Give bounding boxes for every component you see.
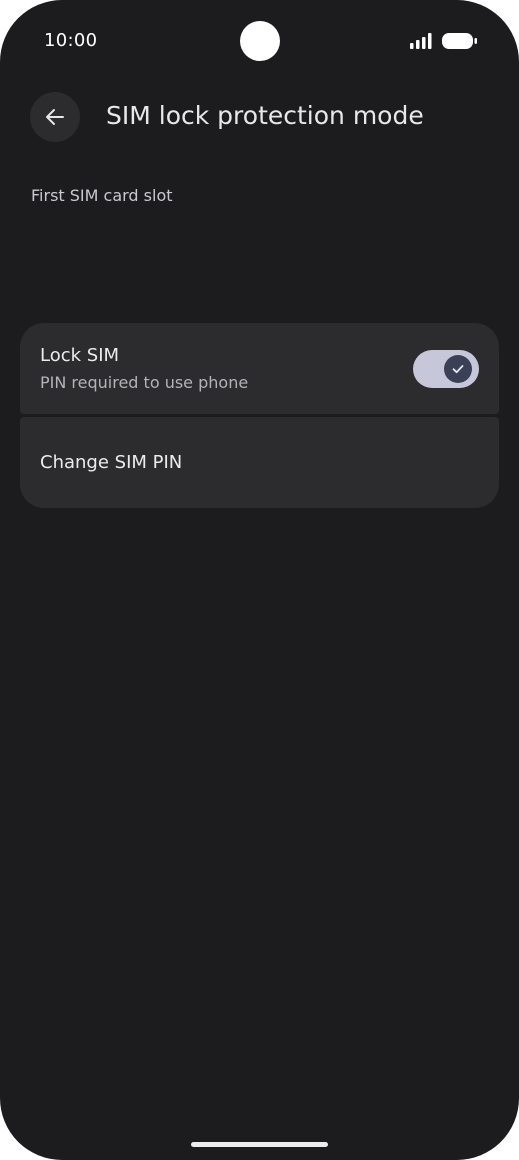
phone-screen: 10:00 SIM lock protection mode First SIM… xyxy=(0,0,519,1160)
back-button[interactable] xyxy=(30,92,80,142)
arrow-back-icon xyxy=(46,109,64,125)
toggle-thumb xyxy=(444,355,472,383)
lock-sim-title: Lock SIM xyxy=(40,345,120,366)
lock-sim-toggle[interactable] xyxy=(413,350,479,388)
change-sim-pin-title: Change SIM PIN xyxy=(40,452,183,473)
section-header-first-sim-slot: First SIM card slot xyxy=(31,186,173,205)
lock-sim-setting[interactable]: Lock SIM PIN required to use phone xyxy=(20,323,499,414)
front-camera-cutout xyxy=(240,21,280,61)
change-sim-pin-setting[interactable]: Change SIM PIN xyxy=(20,417,499,508)
battery-icon xyxy=(442,33,477,49)
status-bar: 10:00 xyxy=(0,0,519,84)
page-title: SIM lock protection mode xyxy=(106,101,424,130)
status-time: 10:00 xyxy=(44,30,98,51)
app-bar: SIM lock protection mode xyxy=(0,84,519,154)
check-icon xyxy=(452,365,464,374)
lock-sim-summary: PIN required to use phone xyxy=(40,373,249,392)
home-indicator[interactable] xyxy=(191,1142,328,1147)
signal-bars-icon xyxy=(410,33,432,49)
